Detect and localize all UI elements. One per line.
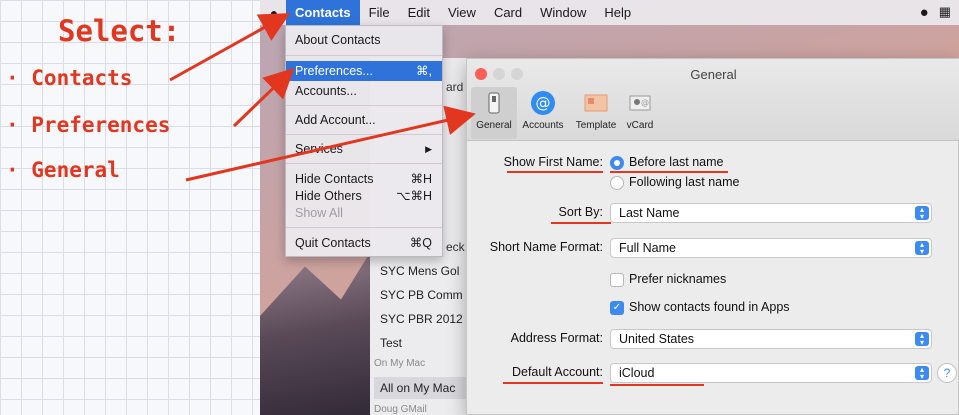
radio-following-last-name[interactable] <box>610 176 624 190</box>
at-sign-icon: @ <box>531 91 555 115</box>
popup-arrows-icon: ▴ ▾ <box>915 241 929 256</box>
annotation-step-contacts: · Contacts <box>6 66 133 90</box>
menu-bar: ● Contacts File Edit View Card Window He… <box>260 0 959 25</box>
menu-separator <box>286 105 442 106</box>
underline-default-account-label <box>503 382 603 384</box>
tab-vcard[interactable]: @ vCard <box>622 87 658 139</box>
menu-item-add-account[interactable]: Add Account... <box>286 110 442 130</box>
prefer-nicknames-label: Prefer nicknames <box>629 272 727 286</box>
help-button[interactable]: ? <box>937 363 957 383</box>
preferences-title: General <box>690 67 737 82</box>
menu-view[interactable]: View <box>439 0 485 25</box>
sidebar-section-doug-gmail: Doug GMail <box>374 404 427 415</box>
template-card-icon <box>584 94 608 112</box>
menu-help[interactable]: Help <box>595 0 640 25</box>
menu-item-shortcut: ⌘Q <box>409 236 432 250</box>
partial-label-check: eck <box>446 240 465 254</box>
menu-edit[interactable]: Edit <box>399 0 439 25</box>
menu-item-quit-contacts[interactable]: Quit Contacts ⌘Q <box>286 233 442 253</box>
menu-item-services[interactable]: Services ▶ <box>286 139 442 159</box>
annotation-title: Select: <box>58 14 181 48</box>
menu-item-show-all: Show All <box>286 203 442 223</box>
tab-accounts[interactable]: @ Accounts <box>517 87 569 139</box>
sidebar-group[interactable]: Test <box>380 336 402 350</box>
general-switch-icon <box>488 92 500 114</box>
menu-item-label: Services <box>295 142 343 156</box>
menu-file[interactable]: File <box>360 0 399 25</box>
show-contacts-found-checkbox[interactable]: ✓ <box>610 301 624 315</box>
contacts-menu-dropdown: About Contacts Preferences... ⌘, Accounts… <box>285 25 443 257</box>
short-name-format-label: Short Name Format: <box>489 240 603 254</box>
menu-separator <box>286 227 442 228</box>
menu-item-about-contacts[interactable]: About Contacts <box>286 30 442 50</box>
sort-by-value: Last Name <box>619 206 680 220</box>
sidebar-group[interactable]: SYC PB Comm <box>380 288 463 302</box>
menu-item-label: Hide Contacts <box>295 172 374 186</box>
short-name-format-value: Full Name <box>619 241 676 255</box>
address-format-value: United States <box>619 332 695 346</box>
underline-default-account-value <box>610 384 704 386</box>
tab-template-label: Template <box>575 120 617 131</box>
menu-separator <box>286 163 442 164</box>
menu-item-label: Add Account... <box>295 113 376 127</box>
menu-item-shortcut: ⌘, <box>416 64 432 78</box>
tab-accounts-label: Accounts <box>522 120 564 131</box>
short-name-format-popup[interactable]: Full Name ▴ ▾ <box>610 238 932 258</box>
menu-item-label: Preferences... <box>295 64 373 78</box>
radio-following-last-name-label: Following last name <box>629 175 740 189</box>
popup-arrows-icon: ▴ ▾ <box>915 206 929 221</box>
tab-general-label: General <box>476 120 512 131</box>
sort-by-label: Sort By: <box>558 205 603 219</box>
popup-arrows-icon: ▴ ▾ <box>915 366 929 381</box>
status-dot-icon[interactable]: ● <box>920 4 929 21</box>
default-account-value: iCloud <box>619 366 655 380</box>
address-format-popup[interactable]: United States ▴ ▾ <box>610 329 932 349</box>
sidebar-group[interactable]: SYC Mens Gol <box>380 264 459 278</box>
address-format-label: Address Format: <box>510 331 603 345</box>
show-first-name-label: Show First Name: <box>503 155 603 169</box>
menu-item-label: Accounts... <box>295 84 357 98</box>
show-contacts-found-label: Show contacts found in Apps <box>629 300 790 314</box>
menu-separator <box>286 134 442 135</box>
underline-show-first-name <box>507 171 603 173</box>
svg-text:@: @ <box>641 98 649 107</box>
radio-before-last-name[interactable] <box>610 156 624 170</box>
svg-text:@: @ <box>536 94 551 112</box>
apple-icon[interactable]: ● <box>262 5 286 21</box>
menu-window[interactable]: Window <box>531 0 595 25</box>
menu-separator <box>286 55 442 56</box>
menu-contacts[interactable]: Contacts <box>286 0 360 25</box>
sidebar-section-on-my-mac: On My Mac <box>374 358 426 369</box>
menu-item-accounts[interactable]: Accounts... <box>286 81 442 101</box>
menu-card[interactable]: Card <box>485 0 531 25</box>
annotation-step-preferences: · Preferences <box>6 113 171 137</box>
menu-item-label: Show All <box>295 206 343 220</box>
preferences-toolbar: General General @ Accounts Template @ vC… <box>467 59 959 141</box>
menu-item-label: Quit Contacts <box>295 236 371 250</box>
submenu-arrow-icon: ▶ <box>425 144 432 154</box>
tab-template[interactable]: Template <box>570 87 622 139</box>
menu-item-preferences[interactable]: Preferences... ⌘, <box>286 61 442 81</box>
radio-before-last-name-label: Before last name <box>629 155 724 169</box>
underline-sort-by <box>551 222 611 224</box>
popup-arrows-icon: ▴ ▾ <box>915 332 929 347</box>
annotation-step-general: · General <box>6 158 120 182</box>
partial-label-card: ard <box>446 80 464 94</box>
underline-before-last-name <box>610 171 728 173</box>
tab-general[interactable]: General <box>471 87 517 139</box>
default-account-popup[interactable]: iCloud ▴ ▾ <box>610 363 932 383</box>
tab-vcard-label: vCard <box>626 120 654 131</box>
default-account-label: Default Account: <box>511 365 603 379</box>
menu-item-label: Hide Others <box>295 189 362 203</box>
vcard-icon: @ <box>629 95 651 111</box>
screen-capture-icon[interactable]: ▦ <box>939 4 951 21</box>
prefer-nicknames-checkbox[interactable] <box>610 273 624 287</box>
sidebar-group[interactable]: SYC PBR 2012 <box>380 312 463 326</box>
annotation-panel: Select: · Contacts · Preferences · Gener… <box>0 0 260 415</box>
menu-item-label: About Contacts <box>295 33 381 47</box>
preferences-window: General General @ Accounts Template @ vC… <box>466 58 959 415</box>
sort-by-popup[interactable]: Last Name ▴ ▾ <box>610 203 932 223</box>
